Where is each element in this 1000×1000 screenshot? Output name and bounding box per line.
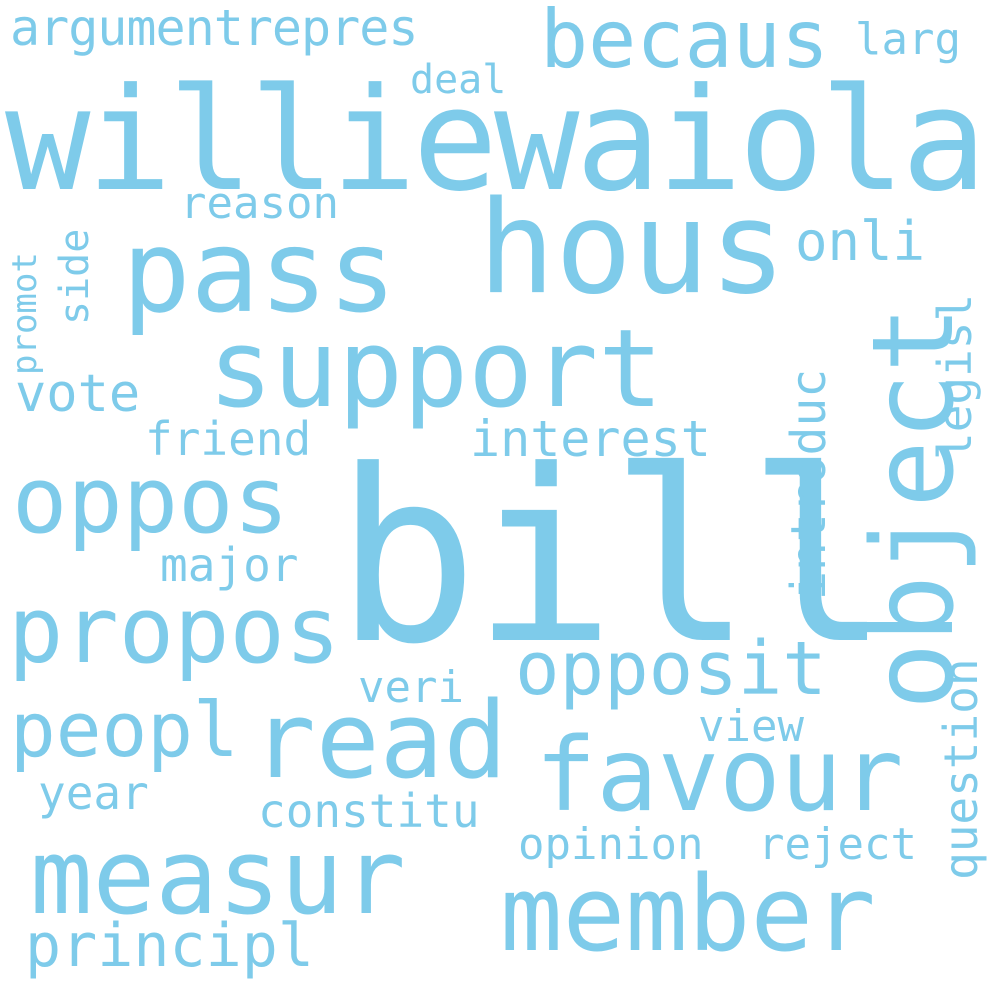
word-constitu: constitu — [258, 784, 480, 838]
word-propos: propos — [8, 577, 341, 684]
word-friend: friend — [145, 412, 312, 466]
word-interest: interest — [470, 410, 711, 468]
word-opinion: opinion — [518, 819, 704, 870]
word-view: view — [698, 701, 804, 752]
word-argumentrepres: argumentrepres — [10, 0, 418, 57]
word-hous: hous — [478, 174, 787, 323]
word-onli: onli — [795, 210, 926, 273]
word-vote: vote — [15, 364, 141, 424]
word-question: question — [934, 658, 988, 880]
word-becaus: becaus — [540, 0, 829, 86]
word-year: year — [38, 766, 149, 820]
word-side: side — [52, 228, 98, 325]
word-oppos: oppos — [12, 447, 289, 554]
word-support: support — [208, 307, 664, 432]
word-opposit: opposit — [515, 626, 827, 712]
word-legisl: legisl — [928, 293, 982, 460]
word-peopl: peopl — [10, 685, 239, 774]
word-principl: principl — [25, 911, 314, 981]
word-deal: deal — [410, 57, 507, 103]
word-larg: larg — [855, 14, 961, 65]
word-member: member — [500, 853, 876, 975]
word-reason: reason — [180, 178, 339, 229]
word-veri: veri — [358, 662, 464, 713]
word-cloud: bill williewaiola hous pass support obje… — [0, 0, 1000, 1000]
word-major: major — [160, 538, 299, 592]
word-promot: promot — [5, 252, 45, 375]
word-reject: reject — [758, 819, 917, 870]
word-introduc: introduc — [781, 368, 837, 600]
